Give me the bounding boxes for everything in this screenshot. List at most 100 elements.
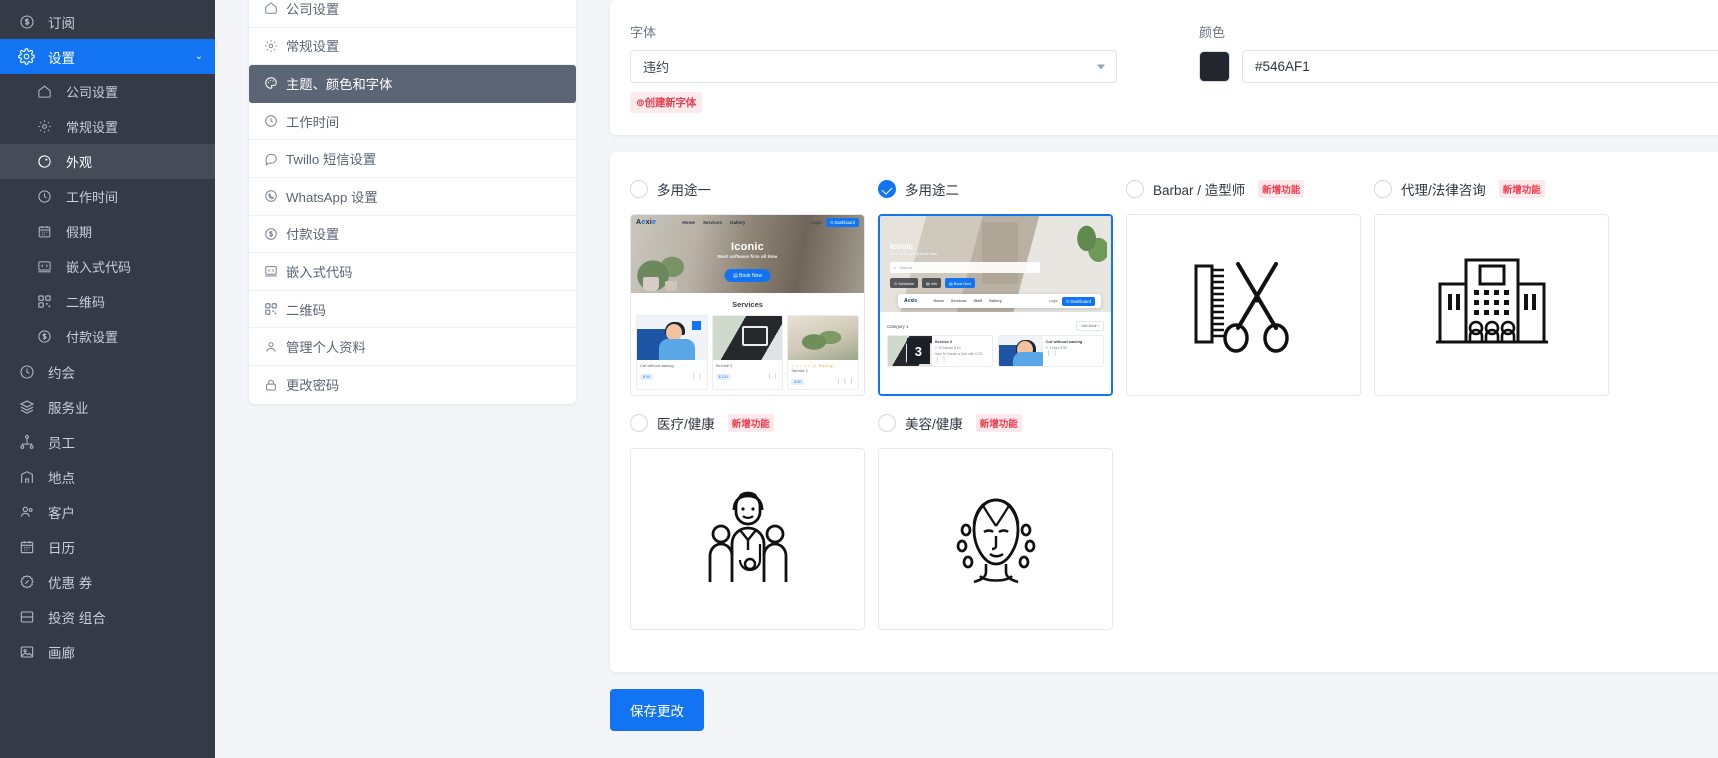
org-chart-icon: [18, 433, 35, 450]
theme-preview-card-multipurpose-two[interactable]: Iconic Best software firm all time ⌕ Sea…: [878, 214, 1113, 396]
calendar-icon: [18, 538, 35, 555]
preview-hero-title: Iconic: [890, 242, 937, 251]
theme-radio-row[interactable]: 医疗/健康 新增功能: [630, 412, 878, 434]
theme-option-beauty-wellness: 美容/健康 新增功能: [878, 412, 1126, 630]
font-select[interactable]: 违约: [630, 50, 1117, 83]
sidebar-item-gallery[interactable]: 画廊: [0, 634, 215, 669]
preview-dashboard-button: ⊙ Dashboard: [1062, 297, 1095, 306]
sidebar-item-customers[interactable]: 客户: [0, 494, 215, 529]
radio-multipurpose-two[interactable]: [878, 180, 896, 198]
layers-icon: [18, 398, 35, 415]
radio-barber-stylist[interactable]: [1126, 180, 1144, 198]
menu-item-embed-code[interactable]: 嵌入式代码: [249, 253, 576, 291]
theme-radio-row[interactable]: 美容/健康 新增功能: [878, 412, 1126, 434]
menu-item-general-settings[interactable]: 常规设置: [249, 28, 576, 66]
sidebar-item-payment-settings[interactable]: 付款设置: [0, 319, 215, 354]
theme-radio-row[interactable]: 代理/法律咨询 新增功能: [1374, 178, 1622, 200]
site-preview-a: Aexie Home Services Gallery Login: [631, 215, 864, 395]
sidebar-item-company-settings[interactable]: 公司设置: [0, 74, 215, 109]
theme-radio-row[interactable]: Barbar / 造型师 新增功能: [1126, 178, 1374, 200]
radio-multipurpose-one[interactable]: [630, 180, 648, 198]
theme-option-barber-stylist: Barbar / 造型师 新增功能: [1126, 178, 1374, 396]
menu-item-company-settings[interactable]: 公司设置: [249, 0, 576, 28]
person-illustration: [637, 316, 707, 360]
color-swatch[interactable]: [1199, 51, 1230, 82]
theme-preview-card-agency-legal[interactable]: [1374, 214, 1609, 396]
pot-decoration: [643, 277, 659, 291]
color-field-group: 颜色 #546AF1: [1199, 22, 1718, 83]
dollar-circle-icon: [18, 13, 35, 30]
sidebar-item-label: 服务业: [48, 397, 89, 417]
service-meta: Cut without waxing: [637, 360, 707, 371]
theme-row-2: 医疗/健康 新增功能: [630, 412, 1718, 630]
radio-agency-legal[interactable]: [1374, 180, 1392, 198]
person-icon: [263, 339, 278, 354]
preview-nav-links: Home Services Staff Gallery: [933, 299, 1002, 303]
save-changes-button[interactable]: 保存更改: [610, 689, 704, 731]
service-info: Service 2 ⏱ 10 Minute $ 10 How To Create…: [932, 336, 992, 366]
preview-nav-right: Login ⊙ Dashboard: [811, 218, 859, 227]
sidebar-item-portfolio[interactable]: 投资 组合: [0, 599, 215, 634]
menu-item-twillo-sms-settings[interactable]: Twillo 短信设置: [249, 140, 576, 178]
theme-radio-row[interactable]: 多用途二: [878, 178, 1126, 200]
font-field-group: 字体 违约 ⊚创建新字体: [630, 22, 1117, 113]
clock-icon: [36, 188, 53, 205]
theme-preview-card-medical-health[interactable]: [630, 448, 865, 630]
sidebar-item-qr-code[interactable]: 二维码: [0, 284, 215, 319]
search-icon: ⌕: [894, 265, 896, 270]
menu-item-manage-profile[interactable]: 管理个人资料: [249, 328, 576, 366]
sidebar-item-label: 假期: [66, 222, 92, 241]
sidebar-item-working-hours[interactable]: 工作时间: [0, 179, 215, 214]
sidebar-item-locations[interactable]: 地点: [0, 459, 215, 494]
menu-item-change-password[interactable]: 更改密码: [249, 366, 576, 404]
menu-item-working-hours[interactable]: 工作时间: [249, 103, 576, 141]
preview-login-link: Login: [811, 220, 822, 225]
sidebar-item-appearance[interactable]: 外观: [0, 144, 215, 179]
qr-code-icon: [36, 293, 53, 310]
theme-preview-card-beauty-wellness[interactable]: [878, 448, 1113, 630]
users-icon: [18, 503, 35, 520]
chevron-down-icon[interactable]: [1097, 64, 1105, 69]
radio-beauty-wellness[interactable]: [878, 414, 896, 432]
service-dots: ⋮⋮: [766, 373, 779, 380]
menu-item-payment-settings[interactable]: 付款设置: [249, 216, 576, 254]
service-number: 3: [907, 338, 930, 364]
sidebar-item-calendar[interactable]: 日历: [0, 529, 215, 564]
preview-search-input: ⌕ Search: [890, 262, 1040, 273]
menu-item-label: 公司设置: [286, 0, 339, 18]
service-meta: ☆☆☆☆☆ (1 Rating) Service 1: [788, 360, 858, 376]
preview-logo: Aexie: [636, 219, 656, 226]
sidebar-item-label: 约会: [48, 362, 75, 382]
sidebar-item-appointments[interactable]: 约会: [0, 354, 215, 389]
sidebar-item-services[interactable]: 服务业: [0, 389, 215, 424]
theme-label: 美容/健康: [905, 413, 963, 433]
preview-book-now-button: ▤ Book Now: [724, 269, 771, 282]
menu-item-label: 工作时间: [286, 112, 339, 131]
clock-icon: [18, 363, 35, 380]
doorway-decoration: [982, 222, 1018, 284]
theme-chooser-panel: 多用途一 Aexie: [610, 152, 1718, 672]
sidebar-item-settings[interactable]: 设置 ⌄: [0, 39, 215, 74]
service-dots: ⋮⋮: [1046, 350, 1100, 357]
sidebar-item-general-settings[interactable]: 常规设置: [0, 109, 215, 144]
sidebar-item-holidays[interactable]: 假期: [0, 214, 215, 249]
theme-preview-card-barber-stylist[interactable]: [1126, 214, 1361, 396]
sidebar-item-staff[interactable]: 员工: [0, 424, 215, 459]
theme-radio-row[interactable]: 多用途一: [630, 178, 878, 200]
color-hex-input[interactable]: #546AF1: [1242, 50, 1718, 83]
person-illustration: [999, 336, 1043, 366]
sidebar-item-coupons[interactable]: 优惠 券: [0, 564, 215, 599]
menu-item-theme-colors-fonts[interactable]: 主题、颜色和字体: [249, 65, 576, 103]
sidebar-item-embed-code[interactable]: 嵌入式代码: [0, 249, 215, 284]
theme-preview-card-multipurpose-one[interactable]: Aexie Home Services Gallery Login: [630, 214, 865, 396]
create-new-font-badge[interactable]: ⊚创建新字体: [630, 92, 702, 113]
sidebar-item-label: 常规设置: [66, 117, 118, 136]
chevron-down-icon[interactable]: ⌄: [195, 51, 203, 62]
menu-item-whatsapp-settings[interactable]: WhatsApp 设置: [249, 178, 576, 216]
theme-label: Barbar / 造型师: [1153, 179, 1245, 199]
radio-medical-health[interactable]: [630, 414, 648, 432]
theme-label: 医疗/健康: [657, 413, 715, 433]
menu-item-qr-code[interactable]: 二维码: [249, 291, 576, 329]
service-footer: $ 120⋮⋮: [713, 371, 783, 384]
sidebar-item-subscription[interactable]: 订阅: [0, 4, 215, 39]
